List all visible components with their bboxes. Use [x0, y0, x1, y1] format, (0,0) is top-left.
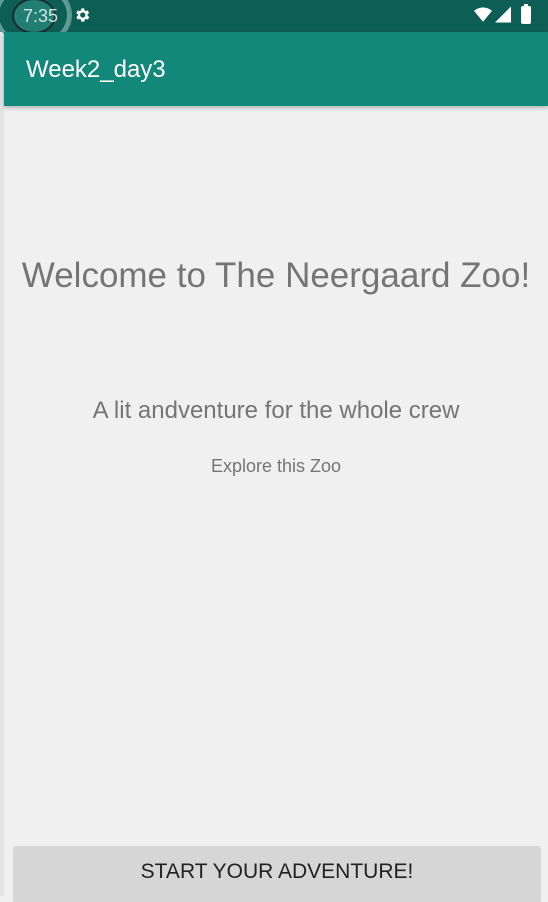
start-adventure-button[interactable]: START YOUR ADVENTURE! [14, 846, 540, 902]
welcome-heading: Welcome to The Neergaard Zoo! [21, 256, 531, 295]
signal-icon [495, 6, 511, 23]
app-title: Week2_day3 [26, 56, 166, 83]
app-bar: Week2_day3 [4, 32, 548, 106]
tagline-text: A lit andventure for the whole crew [92, 397, 460, 424]
status-bar: 7:35 [0, 0, 548, 46]
status-time: 7:35 [23, 6, 59, 26]
gear-icon [76, 8, 90, 22]
wifi-icon [474, 7, 492, 22]
explore-text: Explore this Zoo [210, 456, 342, 476]
battery-icon [521, 4, 531, 24]
main-content: Welcome to The Neergaard Zoo! A lit andv… [4, 106, 548, 896]
